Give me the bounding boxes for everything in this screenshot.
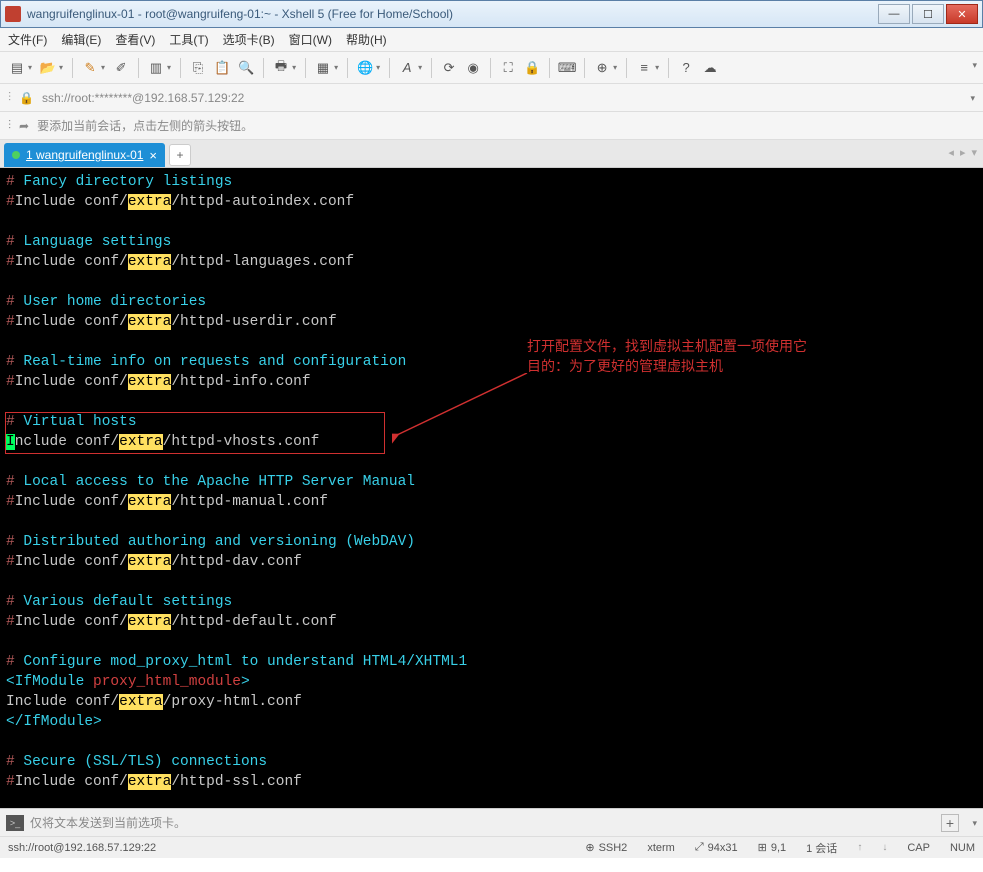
hint-text: 要添加当前会话，点击左侧的箭头按钮。 (37, 117, 253, 134)
eyedropper-icon[interactable]: ✐ (110, 57, 132, 79)
menu-bar: 文件(F) 编辑(E) 查看(V) 工具(T) 选项卡(B) 窗口(W) 帮助(… (0, 28, 983, 52)
address-dropdown[interactable]: ▾ (970, 93, 975, 104)
keyboard-icon[interactable]: ⌨ (556, 57, 578, 79)
prompt-icon[interactable]: >_ (6, 815, 24, 831)
input-add-button[interactable]: + (941, 814, 959, 832)
status-dot-icon (12, 151, 20, 159)
title-bar: wangruifenglinux-01 - root@wangruifeng-0… (0, 0, 983, 28)
status-protocol: ⊕SSH2 (585, 841, 627, 854)
tab-close-icon[interactable]: × (149, 148, 157, 163)
columns-icon[interactable]: ▦ (312, 57, 334, 79)
chevron-icon[interactable]: ⫶ (8, 90, 11, 105)
print-icon[interactable]: 🖶 (270, 57, 292, 79)
address-bar: ⫶ 🔒 ssh://root:********@192.168.57.129:2… (0, 84, 983, 112)
app-icon (5, 6, 21, 22)
address-text[interactable]: ssh://root:********@192.168.57.129:22 (42, 91, 244, 105)
view-icon[interactable]: ◉ (462, 57, 484, 79)
layout-icon[interactable]: ▥ (145, 57, 167, 79)
menu-tab[interactable]: 选项卡(B) (223, 31, 275, 48)
refresh-icon[interactable]: ⟳ (438, 57, 460, 79)
paste-icon[interactable]: 📋 (211, 57, 233, 79)
tab-next-icon[interactable]: ▸ (960, 146, 966, 159)
annotation-text: 打开配置文件，找到虚拟主机配置一项使用它 目的：为了更好的管理虚拟主机 (527, 336, 807, 376)
terminal[interactable]: # Fancy directory listings #Include conf… (0, 168, 983, 808)
arrow-down-icon[interactable]: ↓ (882, 842, 887, 853)
status-cap: CAP (907, 842, 930, 854)
status-term-type: xterm (647, 842, 675, 854)
hint-bar: ⫶ ➦ 要添加当前会话，点击左侧的箭头按钮。 (0, 112, 983, 140)
toolbar-dropdown[interactable]: ▾ (972, 60, 977, 71)
lock-small-icon: 🔒 (19, 91, 34, 105)
lock-icon[interactable]: 🔒 (521, 57, 543, 79)
toolbar: ▤▾ 📂▾ ✎▾ ✐ ▥▾ ⎘ 📋 🔍 🖶▾ ▦▾ 🌐▾ A▾ ⟳ ◉ ⛶ 🔒 … (0, 52, 983, 84)
menu-view[interactable]: 查看(V) (115, 31, 155, 48)
cloud-icon[interactable]: ☁ (699, 57, 721, 79)
tab-bar: 1 wangruifenglinux-01 × + ◂ ▸ ▾ (0, 140, 983, 168)
menu-file[interactable]: 文件(F) (8, 31, 47, 48)
status-bar: ssh://root@192.168.57.129:22 ⊕SSH2 xterm… (0, 836, 983, 858)
open-icon[interactable]: 📂 (37, 57, 59, 79)
session-tab[interactable]: 1 wangruifenglinux-01 × (4, 143, 165, 167)
highlight-icon[interactable]: ✎ (79, 57, 101, 79)
menu-window[interactable]: 窗口(W) (289, 31, 332, 48)
chevron-icon: ⫶ (8, 118, 11, 133)
list-icon[interactable]: ≡ (633, 57, 655, 79)
tab-menu-icon[interactable]: ▾ (971, 146, 977, 159)
tab-prev-icon[interactable]: ◂ (948, 146, 954, 159)
menu-edit[interactable]: 编辑(E) (61, 31, 101, 48)
status-num: NUM (950, 842, 975, 854)
status-size: ⤢94x31 (695, 841, 738, 854)
maximize-button[interactable]: ☐ (912, 4, 944, 24)
window-controls: — ☐ ✕ (878, 4, 978, 24)
help-icon[interactable]: ? (675, 57, 697, 79)
menu-tools[interactable]: 工具(T) (169, 31, 208, 48)
tab-label: 1 wangruifenglinux-01 (26, 148, 143, 162)
search-icon[interactable]: 🔍 (235, 57, 257, 79)
input-bar: >_ 仅将文本发送到当前选项卡。 + ▾ (0, 808, 983, 836)
status-connection: ssh://root@192.168.57.129:22 (8, 842, 565, 854)
tab-nav: ◂ ▸ ▾ (948, 146, 977, 159)
input-dropdown[interactable]: ▾ (972, 818, 977, 829)
minimize-button[interactable]: — (878, 4, 910, 24)
copy-icon[interactable]: ⎘ (187, 57, 209, 79)
annotation-arrow (392, 373, 542, 453)
status-cursor-pos: ⊞9,1 (758, 841, 787, 854)
new-tab-button[interactable]: + (169, 144, 191, 166)
menu-help[interactable]: 帮助(H) (346, 31, 387, 48)
fullscreen-icon[interactable]: ⛶ (497, 57, 519, 79)
status-sessions: 1 会话 (806, 840, 837, 856)
arrow-up-icon[interactable]: ↑ (857, 842, 862, 853)
new-icon[interactable]: ▤ (6, 57, 28, 79)
close-button[interactable]: ✕ (946, 4, 978, 24)
arrow-icon[interactable]: ➦ (19, 119, 29, 133)
input-placeholder[interactable]: 仅将文本发送到当前选项卡。 (30, 814, 186, 831)
add-icon[interactable]: ⊕ (591, 57, 613, 79)
font-icon[interactable]: A (396, 57, 418, 79)
window-title: wangruifenglinux-01 - root@wangruifeng-0… (27, 7, 878, 21)
globe-icon[interactable]: 🌐 (354, 57, 376, 79)
